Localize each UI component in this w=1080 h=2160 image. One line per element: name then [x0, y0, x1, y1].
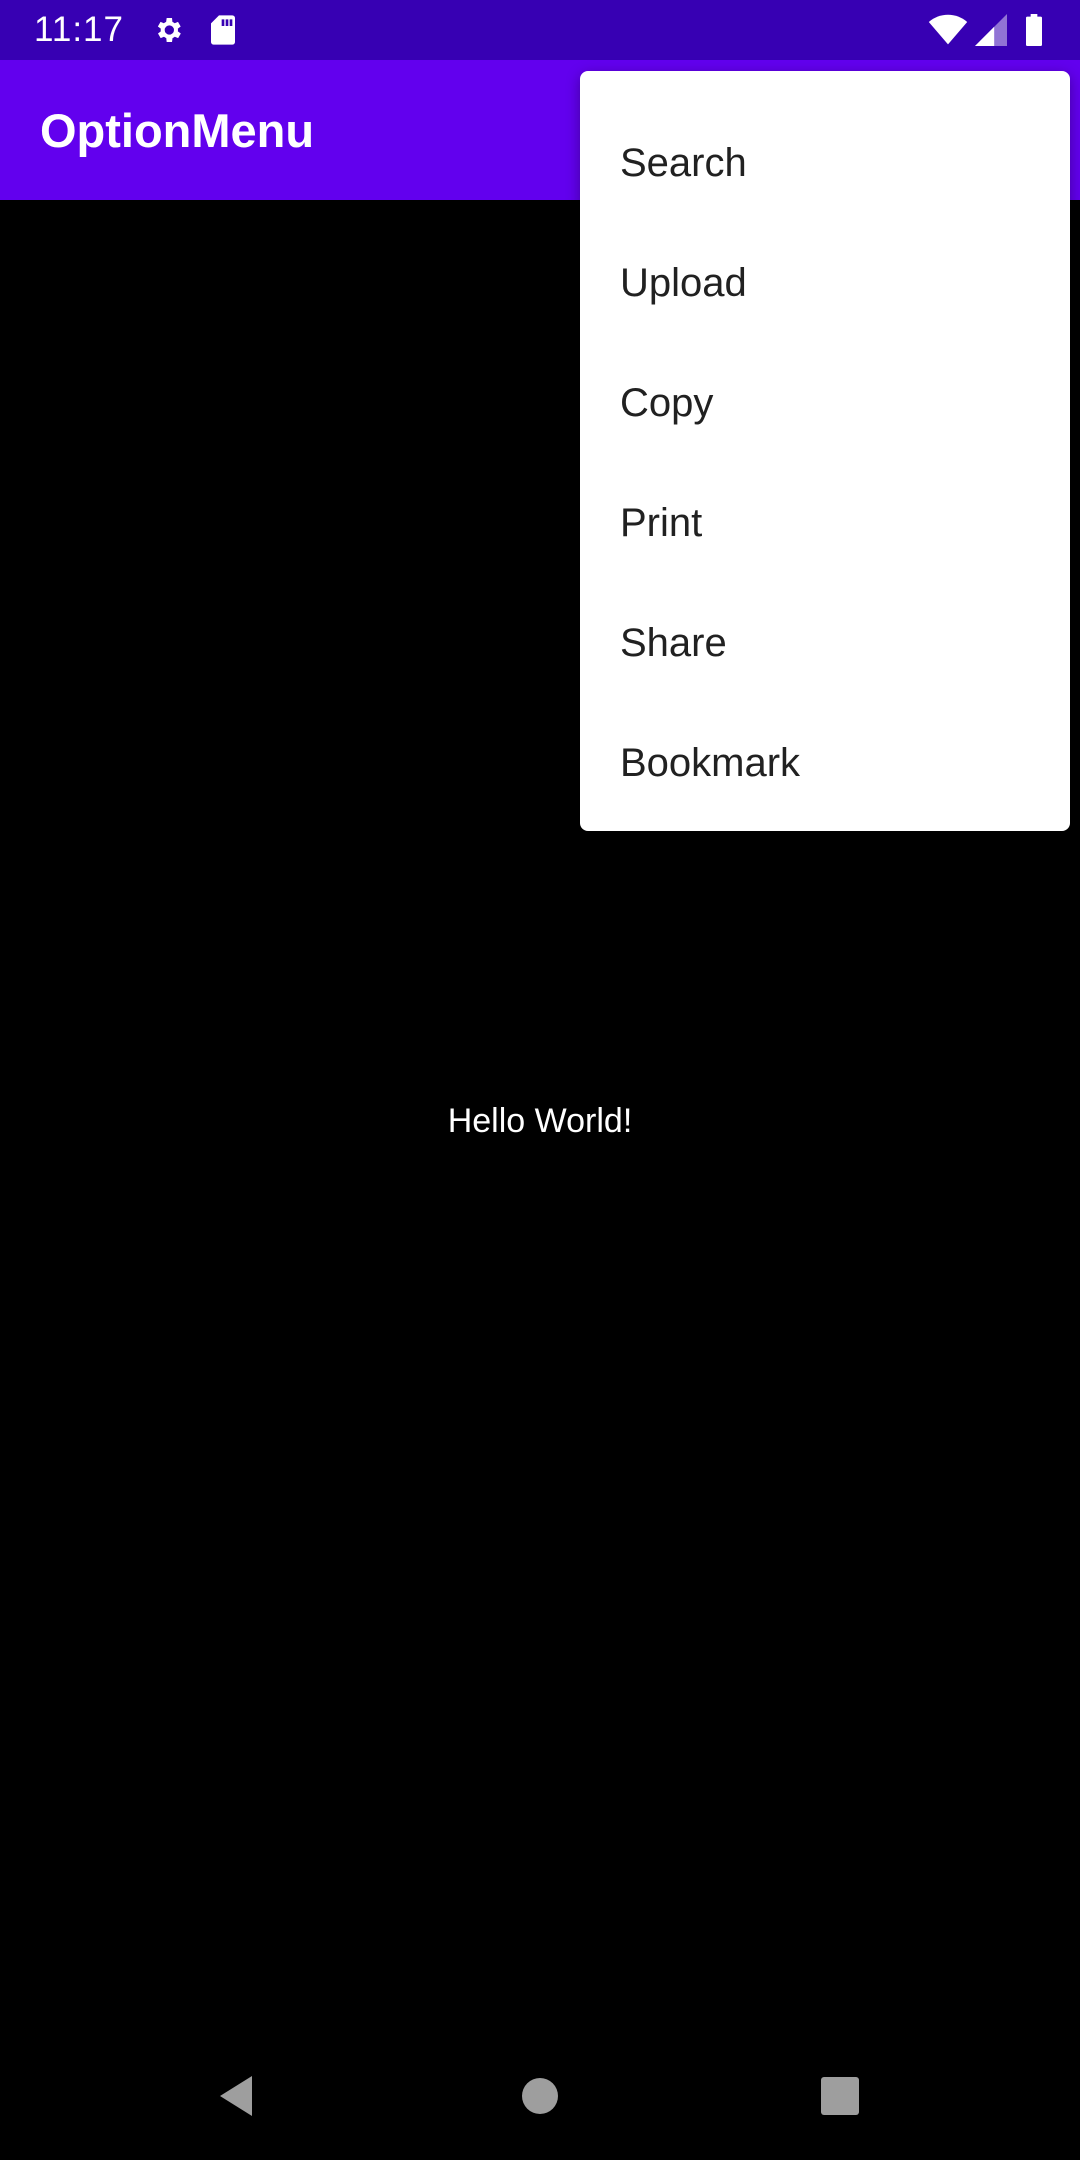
menu-item-print[interactable]: Print — [580, 463, 1070, 583]
sd-card-icon — [211, 15, 235, 45]
status-time: 11:17 — [34, 10, 124, 49]
app-title: OptionMenu — [40, 104, 315, 157]
gear-icon — [157, 18, 181, 42]
cellular-signal-icon — [975, 14, 1007, 46]
wifi-icon — [928, 14, 968, 45]
menu-item-bookmark[interactable]: Bookmark — [580, 703, 1070, 823]
home-icon[interactable] — [510, 2066, 570, 2126]
battery-icon — [1026, 14, 1042, 46]
menu-item-share[interactable]: Share — [580, 583, 1070, 703]
hello-world-text: Hello World! — [447, 1102, 633, 1140]
menu-item-copy[interactable]: Copy — [580, 343, 1070, 463]
recents-icon[interactable] — [810, 2066, 870, 2126]
menu-item-upload[interactable]: Upload — [580, 223, 1070, 343]
back-icon[interactable] — [208, 2066, 268, 2126]
options-menu: Search Upload Copy Print Share Bookmark — [580, 71, 1070, 831]
status-bar: 11:17 — [0, 0, 1080, 60]
navigation-bar — [0, 2032, 1080, 2160]
menu-item-search[interactable]: Search — [580, 103, 1070, 223]
